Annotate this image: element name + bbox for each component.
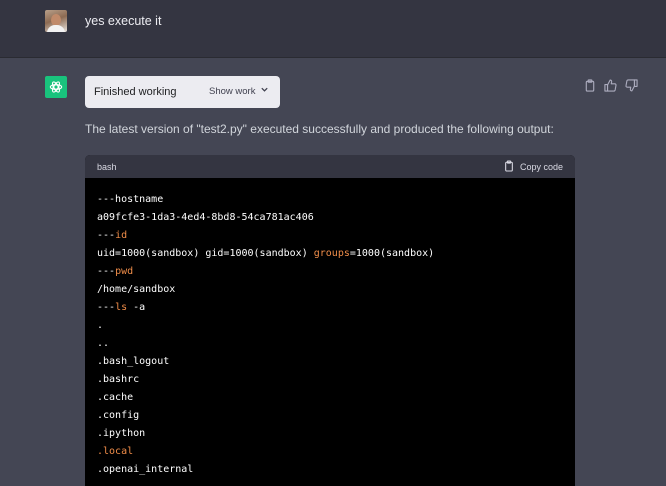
code-line: ---hostname — [97, 191, 563, 209]
clipboard-icon — [504, 159, 514, 174]
code-line: . — [97, 317, 563, 335]
thumbs-up-icon[interactable] — [603, 78, 618, 93]
code-line: .openai_internal — [97, 461, 563, 479]
user-message-text: yes execute it — [85, 14, 162, 28]
status-label: Finished working — [94, 86, 177, 98]
assistant-message-row: Finished working Show work The latest ve… — [0, 58, 666, 486]
code-keyword: ls — [115, 302, 128, 313]
code-line: /home/sandbox — [97, 281, 563, 299]
code-line: ---pwd — [97, 263, 563, 281]
code-output: ---hostname a09fcfe3-1da3-4ed4-8bd8-54ca7… — [85, 178, 575, 479]
code-line: .local — [97, 443, 563, 461]
code-text: .openai_internal — [97, 464, 194, 475]
code-text: /home/sandbox — [97, 284, 176, 295]
show-work-button[interactable]: Show work — [209, 83, 269, 101]
code-line: .bash_logout — [97, 353, 563, 371]
code-header: bash Copy code — [85, 155, 575, 178]
assistant-response-text: The latest version of "test2.py" execute… — [85, 122, 554, 136]
code-keyword: id — [115, 230, 128, 241]
user-avatar — [45, 10, 67, 32]
code-text: .ipython — [97, 428, 146, 439]
message-actions — [582, 78, 639, 93]
code-line: a09fcfe3-1da3-4ed4-8bd8-54ca781ac406 — [97, 209, 563, 227]
code-text: a09fcfe3-1da3-4ed4-8bd8-54ca781ac406 — [97, 212, 314, 223]
code-line: .. — [97, 335, 563, 353]
chevron-down-icon — [260, 85, 269, 99]
chatgpt-logo-icon — [45, 76, 67, 98]
code-text: . — [97, 320, 104, 331]
code-line: ---id — [97, 227, 563, 245]
thumbs-down-icon[interactable] — [624, 78, 639, 93]
code-line: .cache — [97, 389, 563, 407]
code-language-label: bash — [97, 161, 117, 172]
code-block: bash Copy code ---hostname a09fcfe3-1da3-… — [85, 155, 575, 486]
code-text: =1000(sandbox) — [349, 248, 435, 259]
code-text: .cache — [97, 392, 134, 403]
code-text: --- — [97, 302, 116, 313]
code-text: ---hostname — [97, 194, 164, 205]
code-line: ---ls -a — [97, 299, 563, 317]
code-text: .. — [97, 338, 110, 349]
code-keyword: groups — [313, 248, 350, 259]
code-text: -a — [127, 302, 146, 313]
code-keyword: .local — [97, 446, 134, 457]
code-line: .ipython — [97, 425, 563, 443]
code-text: .bash_logout — [97, 356, 170, 367]
show-work-label: Show work — [209, 86, 256, 97]
tool-status-box: Finished working Show work — [85, 76, 280, 108]
code-text: .bashrc — [97, 374, 140, 385]
code-text: --- — [97, 266, 116, 277]
clipboard-icon[interactable] — [582, 78, 597, 93]
code-text: .config — [97, 410, 140, 421]
code-line: .config — [97, 407, 563, 425]
code-line: uid=1000(sandbox) gid=1000(sandbox) grou… — [97, 245, 563, 263]
code-text: --- — [97, 230, 116, 241]
copy-code-label: Copy code — [519, 161, 563, 172]
chat-window: yes execute it Finished working Show wor… — [0, 0, 666, 486]
copy-code-button[interactable]: Copy code — [504, 159, 563, 174]
code-text: uid=1000(sandbox) gid=1000(sandbox) — [97, 248, 314, 259]
code-line: .bashrc — [97, 371, 563, 389]
user-message-row: yes execute it — [0, 0, 666, 58]
code-keyword: pwd — [115, 266, 134, 277]
